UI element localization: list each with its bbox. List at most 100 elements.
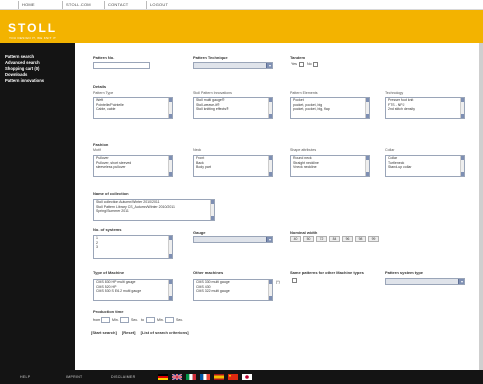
footer-link-imprint[interactable]: IMPRINT (66, 375, 83, 379)
pattern-type-label: Pattern Type (93, 91, 114, 95)
nominal-width-option[interactable]: 99 (368, 236, 379, 242)
nominal-width-option[interactable]: 72 (316, 236, 327, 242)
scrollbar[interactable] (365, 156, 369, 176)
scrollbar[interactable] (268, 280, 272, 300)
pattern-system-select[interactable] (385, 278, 465, 285)
gauge-select[interactable] (193, 236, 273, 243)
list-option[interactable]: 3 (94, 245, 172, 250)
collar-listbox[interactable]: Collar Turtleneck Stand-up collar (385, 155, 465, 177)
scrollbar[interactable] (460, 98, 464, 118)
sidebar-item-advanced-search[interactable]: Advanced search (5, 60, 40, 65)
tandem-yes-label: Yes (291, 62, 297, 66)
chevron-down-icon (458, 279, 464, 284)
sidebar-item-pattern-innovations[interactable]: Pattern innovations (5, 78, 44, 83)
nominal-width-label: Nominal width (290, 230, 318, 235)
list-option[interactable]: Spring/Summer 2011 (94, 209, 214, 214)
collection-label: Name of collection (93, 191, 129, 196)
brand-header: STOLL YOU DESIGN IT, WE KNIT IT (0, 10, 483, 43)
stoll-innovations-label: Stoll Pattern Innovations (193, 91, 232, 95)
nominal-width-option[interactable]: 50 (303, 236, 314, 242)
list-option[interactable]: Vneck neckline (291, 165, 369, 170)
neck-listbox[interactable]: Front Back Body part (193, 155, 273, 177)
list-option[interactable]: sleeveless pullover (94, 165, 172, 170)
sidebar: Pattern search Advanced search Shopping … (0, 43, 75, 370)
scrollbar[interactable] (168, 156, 172, 176)
scrollbar[interactable] (168, 280, 172, 300)
list-option[interactable]: CMS 322 multi gauge (194, 289, 272, 294)
scrollbar[interactable] (268, 98, 272, 118)
nav-link-contact[interactable]: CONTACT (108, 2, 128, 7)
prod-sec-label: Sec. (131, 318, 139, 322)
technology-listbox[interactable]: Presser foot knit FTS - NPJ 2nd stitch d… (385, 97, 465, 119)
nav-link-logout[interactable]: LOGOUT (150, 2, 168, 7)
pattern-type-listbox[interactable]: Weft Pointelle/Pointelle Cable, cable (93, 97, 173, 119)
collar-label: Collar (385, 148, 395, 152)
systems-listbox[interactable]: 1 2 3 (93, 235, 173, 259)
technology-label: Technology (385, 91, 404, 95)
reset-link[interactable]: [Reset] (122, 330, 136, 335)
sidebar-item-pattern-search[interactable]: Pattern search (5, 54, 34, 59)
italian-flag-icon[interactable] (186, 374, 196, 380)
other-machines-label: Other machines (193, 270, 224, 275)
systems-label: No. of systems (93, 227, 122, 232)
tandem-no-checkbox[interactable] (313, 62, 318, 67)
scrollbar[interactable] (210, 200, 214, 220)
tandem-yes-checkbox[interactable] (299, 62, 304, 67)
other-machines-note: (*) (276, 280, 280, 284)
nominal-width-option[interactable]: 84 (329, 236, 340, 242)
list-option[interactable]: CMS 530 S E6.2 multi gauge (94, 289, 172, 294)
collection-listbox[interactable]: Stoll collection Autumn/Winter 2010/2011… (93, 199, 215, 221)
scrollbar[interactable] (268, 156, 272, 176)
sidebar-item-downloads[interactable]: Downloads (5, 72, 27, 77)
footer-link-help[interactable]: HELP (20, 375, 30, 379)
tandem-no-label: No (307, 62, 312, 66)
nominal-width-option[interactable]: 96 (342, 236, 353, 242)
list-option[interactable]: Cable, cable (94, 107, 172, 112)
start-search-link[interactable]: [Start search] (91, 330, 117, 335)
pattern-no-input[interactable] (93, 62, 150, 69)
same-patterns-checkbox[interactable] (292, 278, 297, 283)
japanese-flag-icon[interactable] (242, 374, 252, 380)
list-option[interactable]: Stoll knitting effects® (194, 107, 272, 112)
pattern-technique-select[interactable] (193, 62, 273, 69)
uk-flag-icon[interactable] (172, 374, 182, 380)
motif-label: Motif (93, 148, 101, 152)
footer-link-disclaimer[interactable]: DISCLAIMER (111, 375, 135, 379)
machine-type-listbox[interactable]: CMS 830 HP multi gauge CMS 520 HP CMS 53… (93, 279, 173, 301)
prod-from-min-input[interactable] (101, 317, 110, 323)
chinese-flag-icon[interactable] (228, 374, 238, 380)
french-flag-icon[interactable] (200, 374, 210, 380)
scrollbar[interactable] (365, 98, 369, 118)
prod-to-sec-input[interactable] (165, 317, 174, 323)
scrollbar[interactable] (168, 236, 172, 258)
scrollbar[interactable] (460, 156, 464, 176)
chevron-down-icon (266, 237, 272, 242)
prod-from-sec-input[interactable] (120, 317, 129, 323)
spanish-flag-icon[interactable] (214, 374, 224, 380)
list-option[interactable]: Stand-up collar (386, 165, 464, 170)
gauge-label: Gauge (193, 230, 206, 235)
scrollbar[interactable] (168, 98, 172, 118)
nav-link-stoll-com[interactable]: STOLL.COM (66, 2, 91, 7)
list-option[interactable]: 2nd stitch density (386, 107, 464, 112)
machine-type-label: Type of Machine (93, 270, 125, 275)
list-option[interactable]: pocket, pocket, big, flap (291, 107, 369, 112)
german-flag-icon[interactable] (158, 374, 168, 380)
shape-attributes-listbox[interactable]: Round neck Straight neckline Vneck neckl… (290, 155, 370, 177)
prod-to-label: to (141, 318, 144, 322)
stoll-logo[interactable]: STOLL (8, 22, 57, 34)
sidebar-item-shopping-cart[interactable]: Shopping cart (0) (5, 66, 39, 71)
tandem-label: Tandem (290, 55, 306, 60)
nav-separator (18, 1, 19, 9)
list-option[interactable]: Body part (194, 165, 272, 170)
nominal-width-option[interactable]: 40 (290, 236, 301, 242)
pattern-elements-listbox[interactable]: Pocket pocket, pocket, big pocket, pocke… (290, 97, 370, 119)
other-machines-listbox[interactable]: CMS 330 multi gauge CMS 430 CMS 322 mult… (193, 279, 273, 301)
motif-listbox[interactable]: Pullover Pullover, short sleeved sleevel… (93, 155, 173, 177)
search-criteria-list-link[interactable]: [List of search criterions] (141, 330, 189, 335)
nav-link-home[interactable]: HOME (22, 2, 35, 7)
stoll-innovations-listbox[interactable]: Stoll multi gauge® Stoll-weave-it® Stoll… (193, 97, 273, 119)
nominal-width-option[interactable]: 98 (355, 236, 366, 242)
prod-to-min-input[interactable] (146, 317, 155, 323)
neck-label: Neck (193, 148, 202, 152)
